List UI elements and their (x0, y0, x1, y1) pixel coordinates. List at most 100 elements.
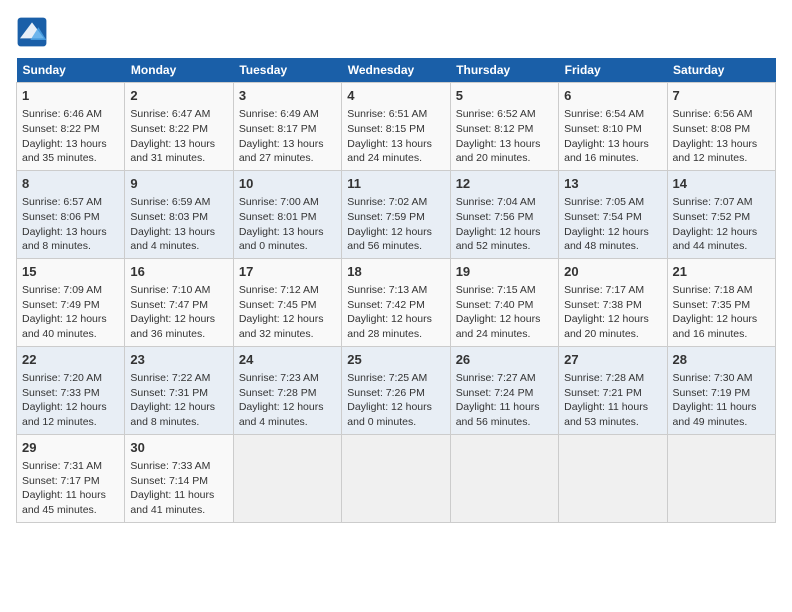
cell-content: Sunset: 7:49 PM (22, 298, 119, 313)
cell-content: Sunrise: 7:15 AM (456, 283, 553, 298)
cell-content: Daylight: 13 hours (130, 225, 227, 240)
cell-content: Sunset: 7:33 PM (22, 386, 119, 401)
calendar-cell: 5Sunrise: 6:52 AMSunset: 8:12 PMDaylight… (450, 83, 558, 171)
cell-content: and 0 minutes. (347, 415, 444, 430)
cell-content: and 20 minutes. (564, 327, 661, 342)
cell-content: Sunset: 8:22 PM (130, 122, 227, 137)
cell-content: and 20 minutes. (456, 151, 553, 166)
cell-content: Sunrise: 7:33 AM (130, 459, 227, 474)
cell-content: Sunrise: 7:23 AM (239, 371, 336, 386)
cell-content: and 48 minutes. (564, 239, 661, 254)
calendar-week-row: 15Sunrise: 7:09 AMSunset: 7:49 PMDayligh… (17, 258, 776, 346)
cell-content: Sunrise: 6:51 AM (347, 107, 444, 122)
cell-content: and 16 minutes. (673, 327, 770, 342)
cell-content: Daylight: 13 hours (347, 137, 444, 152)
cell-content: and 4 minutes. (239, 415, 336, 430)
day-number: 18 (347, 263, 444, 281)
cell-content: Sunrise: 6:54 AM (564, 107, 661, 122)
cell-content: and 0 minutes. (239, 239, 336, 254)
cell-content: Daylight: 11 hours (564, 400, 661, 415)
day-number: 6 (564, 87, 661, 105)
cell-content: Sunset: 7:54 PM (564, 210, 661, 225)
calendar-cell: 9Sunrise: 6:59 AMSunset: 8:03 PMDaylight… (125, 170, 233, 258)
day-number: 5 (456, 87, 553, 105)
day-number: 17 (239, 263, 336, 281)
calendar-cell (667, 434, 775, 522)
calendar-cell: 4Sunrise: 6:51 AMSunset: 8:15 PMDaylight… (342, 83, 450, 171)
cell-content: and 12 minutes. (673, 151, 770, 166)
cell-content: Sunrise: 6:57 AM (22, 195, 119, 210)
day-number: 26 (456, 351, 553, 369)
day-number: 9 (130, 175, 227, 193)
cell-content: Sunset: 7:52 PM (673, 210, 770, 225)
calendar-cell: 13Sunrise: 7:05 AMSunset: 7:54 PMDayligh… (559, 170, 667, 258)
cell-content: and 44 minutes. (673, 239, 770, 254)
calendar-cell: 10Sunrise: 7:00 AMSunset: 8:01 PMDayligh… (233, 170, 341, 258)
cell-content: Sunset: 7:24 PM (456, 386, 553, 401)
cell-content: and 12 minutes. (22, 415, 119, 430)
day-number: 24 (239, 351, 336, 369)
cell-content: Sunrise: 6:52 AM (456, 107, 553, 122)
cell-content: Sunrise: 7:13 AM (347, 283, 444, 298)
day-number: 20 (564, 263, 661, 281)
cell-content: Sunset: 7:26 PM (347, 386, 444, 401)
calendar-cell: 23Sunrise: 7:22 AMSunset: 7:31 PMDayligh… (125, 346, 233, 434)
cell-content: Sunset: 7:17 PM (22, 474, 119, 489)
calendar-cell: 3Sunrise: 6:49 AMSunset: 8:17 PMDaylight… (233, 83, 341, 171)
cell-content: Sunrise: 7:07 AM (673, 195, 770, 210)
cell-content: and 27 minutes. (239, 151, 336, 166)
cell-content: Sunset: 7:35 PM (673, 298, 770, 313)
cell-content: Daylight: 12 hours (239, 400, 336, 415)
cell-content: and 40 minutes. (22, 327, 119, 342)
header-cell: Friday (559, 58, 667, 83)
cell-content: Sunset: 8:01 PM (239, 210, 336, 225)
calendar-cell: 18Sunrise: 7:13 AMSunset: 7:42 PMDayligh… (342, 258, 450, 346)
cell-content: and 36 minutes. (130, 327, 227, 342)
header-cell: Wednesday (342, 58, 450, 83)
cell-content: and 16 minutes. (564, 151, 661, 166)
cell-content: Daylight: 12 hours (673, 312, 770, 327)
cell-content: Daylight: 11 hours (22, 488, 119, 503)
cell-content: Sunrise: 7:28 AM (564, 371, 661, 386)
day-number: 12 (456, 175, 553, 193)
cell-content: Sunset: 7:45 PM (239, 298, 336, 313)
cell-content: Daylight: 13 hours (239, 137, 336, 152)
cell-content: and 35 minutes. (22, 151, 119, 166)
cell-content: Daylight: 13 hours (456, 137, 553, 152)
cell-content: and 24 minutes. (347, 151, 444, 166)
cell-content: Sunrise: 6:49 AM (239, 107, 336, 122)
day-number: 25 (347, 351, 444, 369)
calendar-cell: 29Sunrise: 7:31 AMSunset: 7:17 PMDayligh… (17, 434, 125, 522)
cell-content: Daylight: 11 hours (673, 400, 770, 415)
cell-content: Sunset: 7:38 PM (564, 298, 661, 313)
day-number: 1 (22, 87, 119, 105)
cell-content: Daylight: 12 hours (347, 225, 444, 240)
calendar-cell: 30Sunrise: 7:33 AMSunset: 7:14 PMDayligh… (125, 434, 233, 522)
cell-content: Sunset: 8:03 PM (130, 210, 227, 225)
day-number: 19 (456, 263, 553, 281)
cell-content: Sunrise: 7:00 AM (239, 195, 336, 210)
calendar-cell: 14Sunrise: 7:07 AMSunset: 7:52 PMDayligh… (667, 170, 775, 258)
cell-content: Sunrise: 6:56 AM (673, 107, 770, 122)
cell-content: Daylight: 13 hours (564, 137, 661, 152)
calendar-cell: 19Sunrise: 7:15 AMSunset: 7:40 PMDayligh… (450, 258, 558, 346)
logo-icon (16, 16, 48, 48)
cell-content: Daylight: 12 hours (564, 225, 661, 240)
cell-content: Sunrise: 7:09 AM (22, 283, 119, 298)
calendar-cell: 17 Sunrise: 7:12 AMSunset: 7:45 PMDayligh… (233, 258, 341, 346)
cell-content: and 24 minutes. (456, 327, 553, 342)
calendar-cell: 24Sunrise: 7:23 AMSunset: 7:28 PMDayligh… (233, 346, 341, 434)
cell-content: Sunset: 7:14 PM (130, 474, 227, 489)
day-number: 30 (130, 439, 227, 457)
calendar-cell (342, 434, 450, 522)
cell-content: Sunset: 7:56 PM (456, 210, 553, 225)
cell-content: Sunrise: 7:05 AM (564, 195, 661, 210)
cell-content: Daylight: 13 hours (239, 225, 336, 240)
cell-content: Sunrise: 7:12 AM (239, 283, 336, 298)
cell-content: Sunrise: 7:18 AM (673, 283, 770, 298)
cell-content: Daylight: 12 hours (239, 312, 336, 327)
cell-content: Sunrise: 7:02 AM (347, 195, 444, 210)
cell-content: Daylight: 12 hours (456, 312, 553, 327)
cell-content: Sunset: 7:47 PM (130, 298, 227, 313)
page-header (16, 16, 776, 48)
